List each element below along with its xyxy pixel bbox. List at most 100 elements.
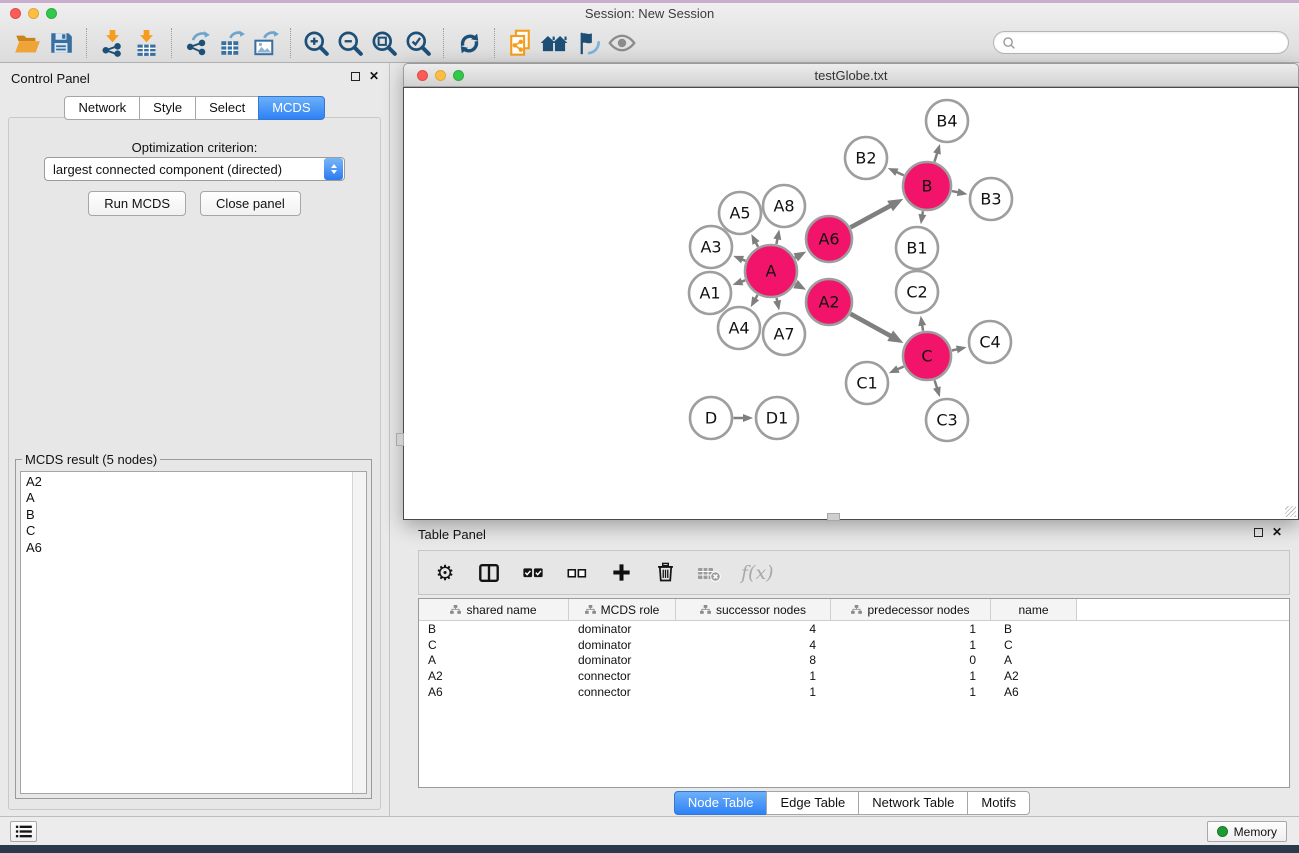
app-titlebar[interactable]: Session: New Session bbox=[0, 3, 1299, 23]
mcds-result-group: MCDS result (5 nodes) A2ABCA6 bbox=[15, 452, 372, 799]
table-cell: dominator bbox=[569, 638, 676, 652]
export-table-icon[interactable] bbox=[214, 27, 248, 59]
add-entry-icon[interactable] bbox=[609, 559, 633, 587]
float-panel-icon[interactable] bbox=[351, 72, 360, 81]
table-row[interactable]: Cdominator41C bbox=[419, 637, 1289, 653]
control-panel-header: Control Panel ✕ bbox=[0, 63, 389, 93]
result-item[interactable]: A6 bbox=[21, 540, 351, 556]
table-tab-edge-table[interactable]: Edge Table bbox=[766, 791, 859, 815]
show-eye-icon[interactable] bbox=[605, 27, 639, 59]
zoom-in-icon[interactable] bbox=[299, 27, 333, 59]
table-row[interactable]: A6connector11A6 bbox=[419, 684, 1289, 700]
mcds-result-listbox[interactable]: A2ABCA6 bbox=[20, 471, 367, 794]
arrowhead-icon bbox=[888, 168, 899, 176]
node-label-D1: D1 bbox=[766, 409, 789, 428]
zoom-out-icon[interactable] bbox=[333, 27, 367, 59]
table-panel: Table Panel ✕ ⚙ bbox=[405, 520, 1299, 816]
node-label-B3: B3 bbox=[980, 190, 1001, 209]
export-image-icon[interactable] bbox=[248, 27, 282, 59]
table-tab-network-table[interactable]: Network Table bbox=[858, 791, 968, 815]
table-cell: 1 bbox=[831, 638, 991, 652]
delete-entry-icon[interactable] bbox=[653, 559, 677, 587]
table-cell: A bbox=[991, 653, 1077, 667]
column-layout-icon[interactable] bbox=[477, 559, 501, 587]
resize-grip-icon[interactable] bbox=[1285, 506, 1296, 517]
table-tab-node-table[interactable]: Node Table bbox=[674, 791, 768, 815]
table-cell: 1 bbox=[831, 622, 991, 636]
result-item[interactable]: C bbox=[21, 523, 351, 539]
optimization-criterion-select[interactable]: largest connected component (directed) bbox=[44, 157, 345, 181]
result-item[interactable]: A bbox=[21, 490, 351, 506]
float-table-panel-icon[interactable] bbox=[1254, 528, 1263, 537]
arrowhead-icon bbox=[751, 296, 759, 307]
result-item[interactable]: A2 bbox=[21, 474, 351, 490]
column-header-predecessor-nodes[interactable]: predecessor nodes bbox=[831, 599, 991, 620]
header-filler bbox=[1077, 599, 1289, 620]
tab-style[interactable]: Style bbox=[139, 96, 196, 120]
tree-icon bbox=[851, 605, 862, 614]
result-item[interactable]: B bbox=[21, 507, 351, 523]
close-panel-button[interactable]: Close panel bbox=[200, 191, 301, 216]
import-table-icon[interactable] bbox=[129, 27, 163, 59]
table-row[interactable]: Bdominator41B bbox=[419, 621, 1289, 637]
workspace: testGlobe.txt B4B2BB3A5A8A6A3B1AA1C2A2A4… bbox=[390, 63, 1299, 816]
close-table-panel-icon[interactable]: ✕ bbox=[1272, 527, 1282, 537]
mcds-result-title: MCDS result (5 nodes) bbox=[22, 452, 160, 467]
search-field[interactable] bbox=[993, 31, 1289, 54]
table-cell: C bbox=[419, 638, 569, 652]
table-body: Bdominator41BCdominator41CAdominator80AA… bbox=[419, 621, 1289, 700]
node-label-D: D bbox=[705, 409, 717, 428]
tab-network[interactable]: Network bbox=[64, 96, 140, 120]
node-table[interactable]: shared nameMCDS rolesuccessor nodesprede… bbox=[418, 598, 1290, 788]
table-row[interactable]: Adominator80A bbox=[419, 653, 1289, 669]
column-header-shared-name[interactable]: shared name bbox=[419, 599, 569, 620]
home-icon[interactable] bbox=[537, 27, 571, 59]
edge-A2-C[interactable] bbox=[850, 314, 892, 337]
memory-button[interactable]: Memory bbox=[1207, 821, 1287, 842]
table-cell: connector bbox=[569, 685, 676, 699]
import-network-icon[interactable] bbox=[95, 27, 129, 59]
tab-mcds[interactable]: MCDS bbox=[258, 96, 324, 120]
table-row[interactable]: A2connector11A2 bbox=[419, 668, 1289, 684]
table-panel-title: Table Panel bbox=[418, 527, 486, 542]
network-window-titlebar[interactable]: testGlobe.txt bbox=[403, 63, 1299, 87]
splitter-handle[interactable] bbox=[396, 433, 404, 446]
save-session-icon[interactable] bbox=[44, 27, 78, 59]
zoom-fit-icon[interactable] bbox=[367, 27, 401, 59]
task-history-button[interactable] bbox=[10, 821, 37, 842]
settings-gear-icon[interactable]: ⚙ bbox=[433, 559, 457, 587]
table-cell: C bbox=[991, 638, 1077, 652]
select-all-icon[interactable] bbox=[521, 559, 545, 587]
arrowhead-icon bbox=[933, 386, 941, 397]
network-graph[interactable]: B4B2BB3A5A8A6A3B1AA1C2A2A4A7CC4C1C3DD1 bbox=[404, 88, 1298, 519]
arrowhead-icon bbox=[933, 144, 941, 155]
network-canvas[interactable]: B4B2BB3A5A8A6A3B1AA1C2A2A4A7CC4C1C3DD1 bbox=[403, 87, 1299, 520]
deselect-all-icon[interactable] bbox=[565, 559, 589, 587]
column-header-successor-nodes[interactable]: successor nodes bbox=[676, 599, 831, 620]
run-mcds-button[interactable]: Run MCDS bbox=[88, 191, 186, 216]
close-panel-icon[interactable]: ✕ bbox=[369, 71, 379, 81]
edge-A6-B[interactable] bbox=[851, 205, 892, 227]
column-header-name[interactable]: name bbox=[991, 599, 1077, 620]
export-network-icon[interactable] bbox=[180, 27, 214, 59]
tab-select[interactable]: Select bbox=[195, 96, 259, 120]
hide-graphics-icon[interactable] bbox=[571, 27, 605, 59]
zoom-selected-icon[interactable] bbox=[401, 27, 435, 59]
memory-label: Memory bbox=[1234, 825, 1277, 839]
toolbar-separator bbox=[86, 28, 87, 58]
network-documents-icon[interactable] bbox=[503, 27, 537, 59]
node-label-C4: C4 bbox=[979, 333, 1000, 352]
search-input[interactable] bbox=[1020, 36, 1280, 50]
node-label-C3: C3 bbox=[936, 411, 957, 430]
optimization-criterion-value: largest connected component (directed) bbox=[45, 162, 324, 177]
node-label-A6: A6 bbox=[818, 230, 839, 249]
refresh-layout-icon[interactable] bbox=[452, 27, 486, 59]
table-cell: connector bbox=[569, 669, 676, 683]
column-header-mcds-role[interactable]: MCDS role bbox=[569, 599, 676, 620]
result-scrollbar[interactable] bbox=[352, 472, 366, 793]
open-session-icon[interactable] bbox=[10, 27, 44, 59]
network-view-window[interactable]: testGlobe.txt B4B2BB3A5A8A6A3B1AA1C2A2A4… bbox=[403, 63, 1299, 520]
table-tab-motifs[interactable]: Motifs bbox=[967, 791, 1030, 815]
table-panel-header: Table Panel ✕ bbox=[405, 520, 1299, 548]
desktop-edge-bottom bbox=[0, 845, 1299, 853]
